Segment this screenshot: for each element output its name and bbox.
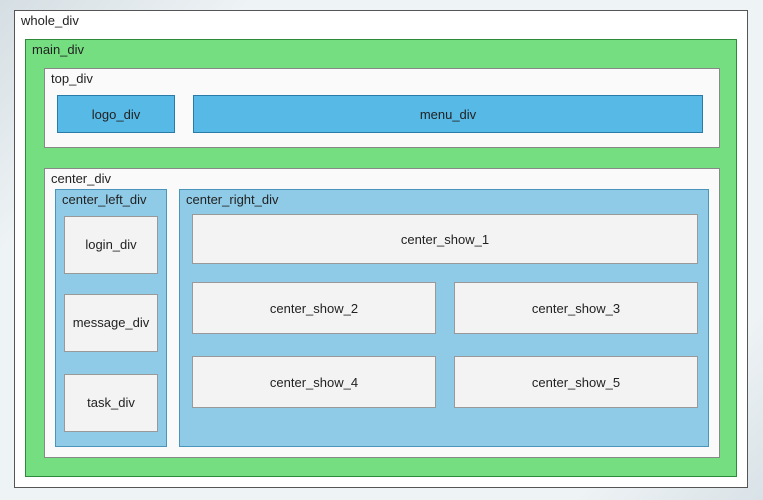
center-show-4: center_show_4 <box>192 356 436 408</box>
login-div: login_div <box>64 216 158 274</box>
center-show-5: center_show_5 <box>454 356 698 408</box>
task-div-label: task_div <box>87 395 135 411</box>
center-div-label: center_div <box>51 171 111 186</box>
center-show-3: center_show_3 <box>454 282 698 334</box>
message-div: message_div <box>64 294 158 352</box>
center-show-3-label: center_show_3 <box>532 301 620 316</box>
menu-div-label: menu_div <box>420 107 476 122</box>
logo-div-label: logo_div <box>92 107 140 122</box>
logo-div: logo_div <box>57 95 175 133</box>
center-show-1: center_show_1 <box>192 214 698 264</box>
top-div-label: top_div <box>51 71 93 86</box>
center-show-2: center_show_2 <box>192 282 436 334</box>
center-show-1-label: center_show_1 <box>401 232 489 247</box>
center-show-4-label: center_show_4 <box>270 375 358 390</box>
task-div: task_div <box>64 374 158 432</box>
center-right-div-label: center_right_div <box>186 192 279 207</box>
main-div-label: main_div <box>32 42 84 57</box>
center-right-div: center_right_div center_show_1 center_sh… <box>179 189 709 447</box>
center-show-2-label: center_show_2 <box>270 301 358 316</box>
center-div: center_div center_left_div login_div mes… <box>44 168 720 458</box>
center-left-div: center_left_div login_div message_div ta… <box>55 189 167 447</box>
message-div-label: message_div <box>73 315 150 331</box>
whole-div: whole_div main_div top_div logo_div menu… <box>14 10 748 488</box>
menu-div: menu_div <box>193 95 703 133</box>
whole-div-label: whole_div <box>21 13 79 28</box>
center-left-div-label: center_left_div <box>62 192 147 207</box>
login-div-label: login_div <box>85 237 136 253</box>
top-div: top_div logo_div menu_div <box>44 68 720 148</box>
center-show-5-label: center_show_5 <box>532 375 620 390</box>
main-div: main_div top_div logo_div menu_div cente… <box>25 39 737 477</box>
